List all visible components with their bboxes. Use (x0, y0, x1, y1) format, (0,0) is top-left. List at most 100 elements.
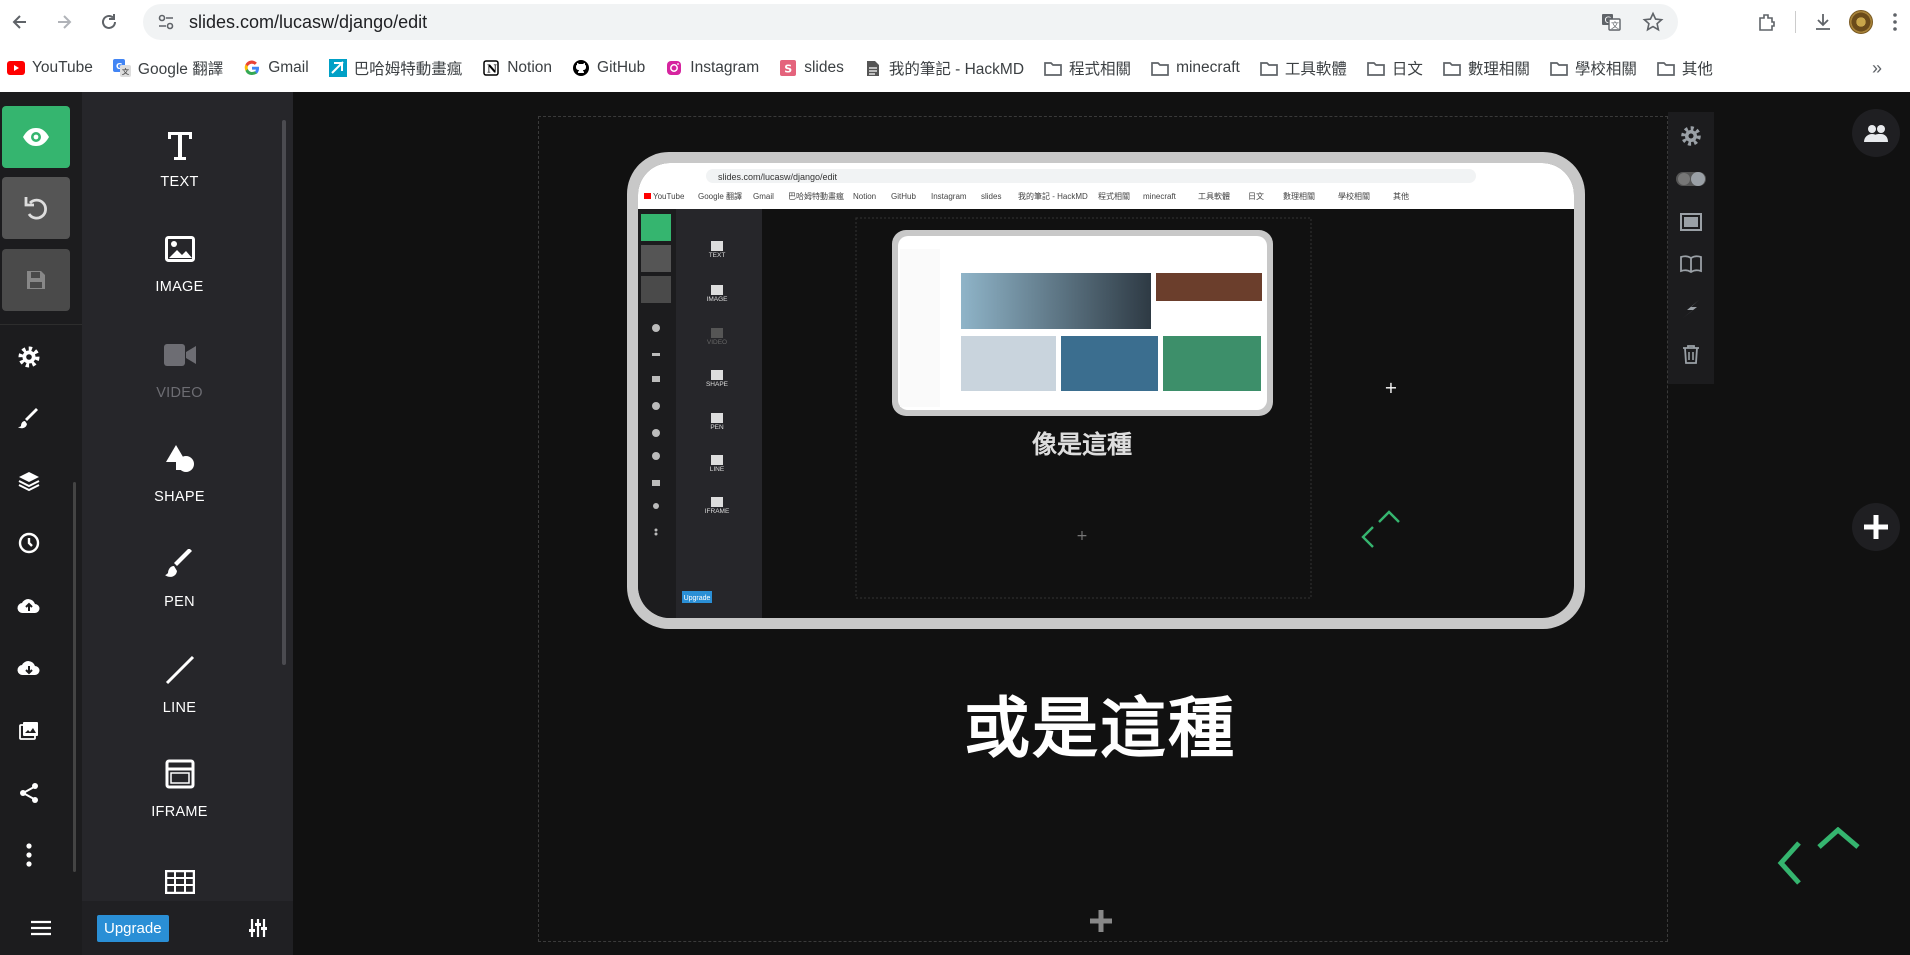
media-library-button[interactable] (12, 714, 46, 748)
svg-text:GitHub: GitHub (891, 192, 916, 201)
more-options-button[interactable] (12, 838, 46, 872)
tool-text[interactable]: TEXT (82, 122, 277, 190)
bookmark-label: GitHub (597, 59, 646, 76)
save-button[interactable] (2, 249, 70, 311)
tool-image[interactable]: IMAGE (82, 227, 277, 295)
folder-icon (1044, 59, 1062, 77)
download-icon[interactable] (1804, 4, 1842, 40)
share-button[interactable] (12, 776, 46, 810)
bookmark-item[interactable]: 其他 (1657, 54, 1713, 82)
folder-icon (1550, 59, 1568, 77)
forward-button[interactable] (46, 4, 82, 40)
bookmark-item[interactable]: 工具軟體 (1259, 54, 1347, 82)
nested-tool-label: TEXT (709, 252, 726, 259)
main-menu-button[interactable] (0, 901, 82, 955)
preview-button[interactable] (2, 106, 70, 168)
tool-line[interactable]: LINE (82, 648, 277, 716)
animate-button[interactable] (1679, 297, 1703, 321)
bookmark-item[interactable]: 程式相關 (1044, 54, 1131, 82)
settings-button[interactable] (12, 340, 46, 374)
bookmark-item[interactable]: GitHub (572, 54, 645, 82)
collaborators-button[interactable] (1852, 109, 1900, 157)
bookmark-item[interactable]: Sslides (779, 54, 844, 82)
bookmark-item[interactable]: N Notion (482, 54, 552, 82)
bookmark-item[interactable]: minecraft (1151, 54, 1240, 82)
back-button[interactable] (2, 4, 38, 40)
block-settings-button[interactable] (1679, 124, 1703, 148)
toggle-switch[interactable] (1676, 167, 1706, 191)
site-settings-icon[interactable] (155, 11, 177, 33)
clock-icon (18, 532, 40, 554)
frame-icon (1680, 213, 1702, 231)
tool-label: TEXT (160, 174, 199, 190)
bookmark-item[interactable]: YouTube (7, 54, 93, 82)
reload-icon (102, 14, 116, 29)
tool-shape[interactable]: SHAPE (82, 437, 277, 505)
undo-icon (24, 197, 47, 220)
bookmark-label: 工具軟體 (1284, 61, 1347, 78)
sidebar-scrollbar[interactable] (73, 482, 76, 872)
add-slide-below-button[interactable] (1084, 904, 1118, 938)
address-bar[interactable]: slides.com/lucasw/django/edit G文 (143, 4, 1678, 40)
folder-icon (1366, 59, 1385, 77)
nested-tool-icon (711, 241, 723, 251)
tool-panel-scrollbar[interactable] (282, 120, 286, 665)
tool-iframe[interactable]: IFRAME (82, 752, 277, 820)
layers-button[interactable] (12, 464, 46, 498)
cloud-download-icon (17, 661, 40, 676)
svg-text:文: 文 (122, 67, 130, 76)
translate-icon[interactable]: G文 (1600, 11, 1622, 39)
bookmark-label: 數理相關 (1467, 61, 1530, 78)
upgrade-button[interactable]: Upgrade (97, 914, 169, 942)
upload-button[interactable] (12, 589, 46, 623)
bookmark-item[interactable]: Gmail (243, 54, 309, 82)
svg-text:學校相關: 學校相關 (1338, 191, 1370, 201)
reload-button[interactable] (91, 4, 127, 40)
nested-tool-icon (711, 370, 723, 380)
users-icon (1864, 125, 1888, 142)
toolbar-divider (1786, 4, 1804, 40)
bookmark-item[interactable]: 我的筆記 - HackMD (864, 54, 1024, 82)
bahamut-icon (328, 59, 347, 77)
bookmark-label: 日文 (1391, 61, 1423, 78)
adjust-settings-icon[interactable] (248, 918, 268, 943)
nested-tool-label: SHAPE (706, 381, 729, 388)
bookmark-item[interactable]: 學校相關 (1550, 54, 1637, 82)
instagram-icon (665, 59, 683, 77)
nav-left-arrow[interactable] (1777, 841, 1801, 885)
chrome-menu-icon[interactable] (1880, 4, 1910, 40)
tool-video[interactable]: VIDEO (82, 333, 277, 401)
svg-text:像是這種: 像是這種 (1032, 430, 1132, 459)
nav-up-arrow[interactable] (1817, 826, 1860, 849)
extensions-icon[interactable] (1748, 4, 1786, 40)
download-cloud-button[interactable] (12, 651, 46, 685)
slide-image[interactable]: slides.com/lucasw/django/edit YouTube Go… (627, 152, 1585, 629)
add-slide-right-button[interactable] (1852, 503, 1900, 551)
bookmark-item[interactable]: Instagram (665, 54, 759, 82)
frame-button[interactable] (1679, 210, 1703, 234)
bookmark-star-icon[interactable] (1642, 11, 1664, 39)
tool-label: LINE (162, 700, 197, 716)
history-button[interactable] (12, 526, 46, 560)
delete-block-button[interactable] (1679, 342, 1703, 366)
open-book-button[interactable] (1679, 252, 1703, 276)
slide-text-caption[interactable]: 或是這種 (870, 675, 1330, 771)
tool-pen[interactable]: PEN (82, 542, 277, 610)
bookmarks-overflow-icon[interactable]: » (1872, 58, 1882, 79)
bookmark-item[interactable]: 日文 (1366, 54, 1423, 82)
bookmark-item[interactable]: G 文 Google 翻譯 (112, 54, 223, 82)
style-button[interactable] (12, 402, 46, 436)
undo-button[interactable] (2, 177, 70, 239)
profile-button[interactable] (1842, 4, 1880, 40)
sidebar-divider (0, 324, 82, 325)
plus-icon (1864, 515, 1888, 539)
share-icon (20, 783, 38, 803)
bookmarks-bar: YouTube G 文 Google 翻譯 Gmail 巴哈姆特動畫瘋 N Notion Git… (0, 50, 1910, 86)
svg-text:日文: 日文 (1248, 191, 1264, 201)
image-icon (164, 227, 195, 271)
hamburger-icon (31, 920, 51, 936)
bookmark-item[interactable]: 數理相關 (1442, 54, 1530, 82)
tool-table[interactable] (82, 860, 277, 904)
youtube-icon (7, 59, 25, 77)
bookmark-item[interactable]: 巴哈姆特動畫瘋 (328, 54, 462, 82)
